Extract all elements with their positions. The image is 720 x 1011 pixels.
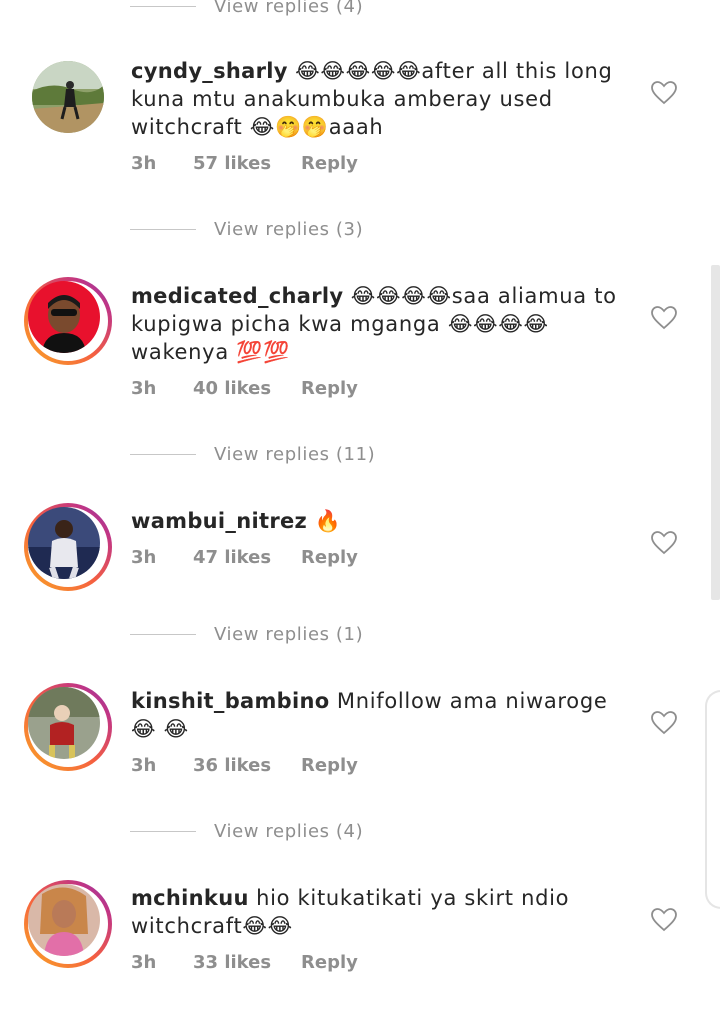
comment-meta: 3h 47 likes Reply xyxy=(131,547,358,568)
avatar[interactable] xyxy=(24,503,112,591)
comment-text: mchinkuu hio kitukatikati ya skirt ndio … xyxy=(131,884,621,940)
comment-meta: 3h 57 likes Reply xyxy=(131,153,358,174)
comment-time: 3h xyxy=(131,153,157,174)
view-replies-link[interactable]: View replies (1) xyxy=(130,622,363,646)
divider xyxy=(130,228,196,230)
divider xyxy=(130,633,196,635)
reply-button[interactable]: Reply xyxy=(301,547,358,568)
avatar[interactable] xyxy=(32,61,104,133)
divider xyxy=(130,830,196,832)
comment-text: kinshit_bambino Mnifollow ama niwaroge😂 … xyxy=(131,687,621,743)
comment-username[interactable]: medicated_charly xyxy=(131,284,343,308)
comment-text: cyndy_sharly 😂😂😂😂😂after all this long ku… xyxy=(131,57,621,141)
heart-icon[interactable] xyxy=(651,81,677,105)
comment-time: 3h xyxy=(131,547,157,568)
divider xyxy=(130,5,196,7)
avatar[interactable] xyxy=(24,683,112,771)
comment-username[interactable]: mchinkuu xyxy=(131,886,249,910)
view-replies-label: View replies (4) xyxy=(214,820,364,842)
comment-meta: 3h 40 likes Reply xyxy=(131,378,358,399)
heart-icon[interactable] xyxy=(651,531,677,555)
comment-time: 3h xyxy=(131,378,157,399)
comment-text: wambui_nitrez 🔥 xyxy=(131,507,621,535)
comment-likes[interactable]: 33 likes xyxy=(193,952,301,973)
view-replies-link[interactable]: View replies (4) xyxy=(130,819,363,843)
reply-button[interactable]: Reply xyxy=(301,952,358,973)
view-replies-label: View replies (11) xyxy=(214,443,376,465)
heart-icon[interactable] xyxy=(651,711,677,735)
scrollbar[interactable] xyxy=(711,265,720,600)
avatar[interactable] xyxy=(24,277,112,365)
view-replies-link[interactable]: View replies (4) xyxy=(130,0,363,18)
view-replies-label: View replies (3) xyxy=(214,218,364,240)
comment-meta: 3h 36 likes Reply xyxy=(131,755,358,776)
view-replies-label: View replies (1) xyxy=(214,623,364,645)
comment-username[interactable]: wambui_nitrez xyxy=(131,509,307,533)
comment-likes[interactable]: 36 likes xyxy=(193,755,301,776)
view-replies-link[interactable]: View replies (3) xyxy=(130,217,363,241)
reply-button[interactable]: Reply xyxy=(301,153,358,174)
comment-likes[interactable]: 57 likes xyxy=(193,153,301,174)
comment-likes[interactable]: 47 likes xyxy=(193,547,301,568)
reply-button[interactable]: Reply xyxy=(301,755,358,776)
comment-username[interactable]: cyndy_sharly xyxy=(131,59,288,83)
comment-username[interactable]: kinshit_bambino xyxy=(131,689,330,713)
heart-icon[interactable] xyxy=(651,908,677,932)
comment-body: 🔥 xyxy=(314,509,342,533)
comment-time: 3h xyxy=(131,755,157,776)
heart-icon[interactable] xyxy=(651,306,677,330)
view-replies-link[interactable]: View replies (11) xyxy=(130,442,375,466)
view-replies-label: View replies (4) xyxy=(214,0,364,17)
comment-text: medicated_charly 😂😂😂😂saa aliamua to kupi… xyxy=(131,282,621,366)
reply-button[interactable]: Reply xyxy=(301,378,358,399)
divider xyxy=(130,453,196,455)
comment-time: 3h xyxy=(131,952,157,973)
comment-likes[interactable]: 40 likes xyxy=(193,378,301,399)
avatar[interactable] xyxy=(24,880,112,968)
comment-meta: 3h 33 likes Reply xyxy=(131,952,358,973)
edge-panel[interactable] xyxy=(705,690,720,909)
